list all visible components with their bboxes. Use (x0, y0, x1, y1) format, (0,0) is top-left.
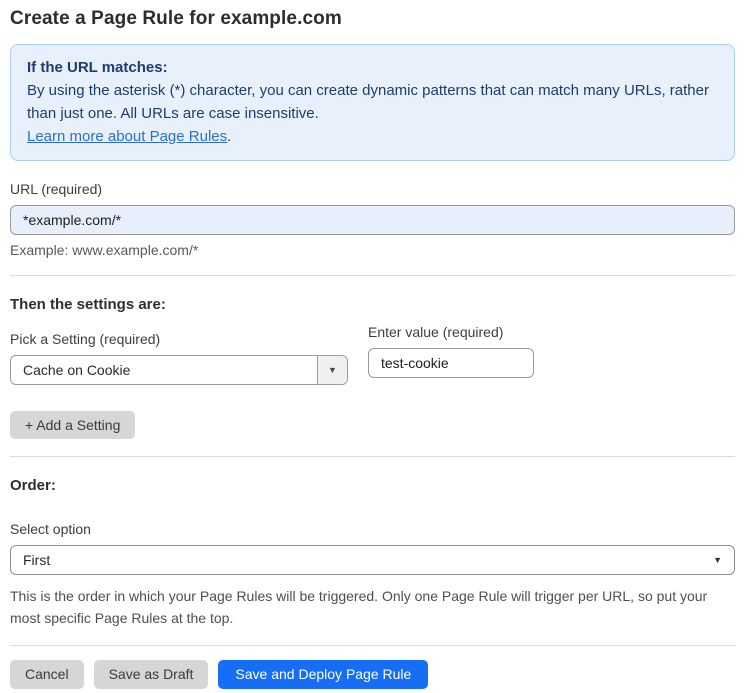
save-as-draft-button[interactable]: Save as Draft (93, 660, 209, 689)
cancel-button[interactable]: Cancel (10, 660, 84, 689)
setting-value-label: Enter value (required) (368, 324, 504, 340)
save-and-deploy-button[interactable]: Save and Deploy Page Rule (218, 660, 429, 689)
setting-value-input[interactable] (368, 348, 534, 378)
divider (10, 275, 735, 276)
setting-select-column: Pick a Setting (required) Cache on Cooki… (10, 313, 348, 385)
order-select-label: Select option (10, 521, 91, 537)
divider (10, 456, 735, 457)
settings-row: Pick a Setting (required) Cache on Cooki… (10, 313, 735, 385)
divider (10, 645, 735, 646)
learn-more-link[interactable]: Learn more about Page Rules (27, 128, 227, 145)
order-select[interactable]: First (10, 545, 735, 575)
setting-select[interactable]: Cache on Cookie ▼ (10, 355, 348, 385)
chevron-down-icon: ▼ (713, 555, 722, 565)
setting-select-label: Pick a Setting (required) (10, 331, 161, 347)
info-box-link-line: Learn more about Page Rules. (27, 125, 718, 148)
url-match-info-box: If the URL matches: By using the asteris… (10, 44, 735, 161)
setting-select-value: Cache on Cookie (23, 362, 131, 378)
order-select-wrap: First ▼ (10, 545, 735, 575)
order-section-heading: Order: (10, 477, 56, 494)
url-field-label: URL (required) (10, 181, 103, 197)
settings-section-heading: Then the settings are: (10, 296, 166, 313)
page-title: Create a Page Rule for example.com (10, 8, 342, 29)
info-box-heading: If the URL matches: (27, 59, 168, 76)
setting-value-column: Enter value (required) (368, 313, 534, 378)
setting-select-arrow-button[interactable]: ▼ (317, 356, 347, 384)
order-help-text: This is the order in which your Page Rul… (10, 588, 708, 626)
url-example-text: Example: www.example.com/* (10, 242, 199, 258)
chevron-down-icon: ▼ (328, 365, 337, 375)
link-period: . (227, 128, 232, 145)
actions-row: Cancel Save as Draft Save and Deploy Pag… (10, 660, 735, 689)
info-box-body: By using the asterisk (*) character, you… (27, 82, 709, 122)
add-setting-button[interactable]: + Add a Setting (10, 411, 136, 439)
url-input[interactable] (10, 205, 735, 235)
